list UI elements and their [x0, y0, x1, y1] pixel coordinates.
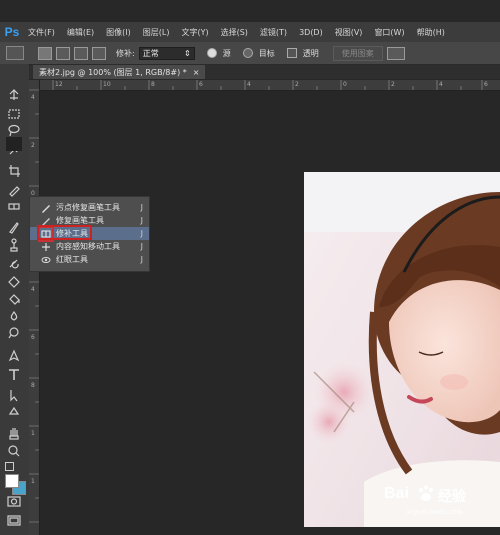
spot-healing-brush-icon — [40, 202, 52, 214]
history-brush-icon — [9, 259, 19, 269]
patch-label: 修补: — [116, 48, 135, 58]
destination-radio[interactable] — [242, 48, 253, 58]
ruler-h-marks — [52, 80, 483, 90]
source-label: 源 — [222, 48, 231, 58]
tool-healing-active[interactable] — [6, 137, 22, 151]
document-title: 素材2.jpg @ 100% (图层 1, RGB/8#) * — [39, 67, 187, 77]
horizontal-ruler: 12 10 8 6 4 2 0 2 4 6 — [29, 80, 500, 91]
path-select-icon — [10, 390, 18, 402]
transparent-checkbox[interactable] — [286, 48, 297, 58]
highlight-annotation-box — [37, 225, 92, 240]
baidu-watermark: Bai 经验 jingyan.baidu.com — [384, 483, 494, 523]
pen-tool-icon — [8, 349, 20, 362]
paint-bucket-icon — [9, 294, 20, 305]
watermark-url: jingyan.baidu.com — [406, 509, 463, 516]
crop-tool-icon — [9, 165, 20, 177]
red-eye-icon — [40, 254, 52, 266]
move-tool-icon — [9, 89, 19, 100]
flyout-label: 内容感知移动工具 — [56, 242, 120, 251]
flyout-item-spot-healing[interactable]: 污点修复画笔工具 J — [30, 201, 149, 214]
menu-filter[interactable]: 滤镜(T) — [254, 27, 293, 38]
document-tab-bar: 素材2.jpg @ 100% (图层 1, RGB/8#) * × — [29, 65, 500, 79]
menu-select[interactable]: 选择(S) — [215, 27, 254, 38]
document-image[interactable] — [304, 172, 500, 527]
transparent-label: 透明 — [302, 48, 319, 58]
vertical-ruler: 4 2 0 2 4 6 8 1 1 — [29, 80, 40, 535]
portrait-photo — [304, 172, 500, 527]
flyout-label: 红眼工具 — [56, 255, 88, 264]
eyedropper-icon — [9, 186, 20, 197]
patch-tool-preset-icon[interactable] — [6, 46, 24, 60]
marquee-tool-icon — [8, 109, 20, 119]
ps-logo: Ps — [4, 25, 20, 39]
menu-view[interactable]: 视图(V) — [329, 27, 369, 38]
content-aware-move-icon — [40, 241, 52, 253]
menu-help[interactable]: 帮助(H) — [411, 27, 451, 38]
foreground-color-swatch[interactable] — [5, 474, 19, 488]
document-tab[interactable]: 素材2.jpg @ 100% (图层 1, RGB/8#) * × — [33, 65, 206, 79]
lasso-tool-icon — [8, 124, 20, 137]
shape-tool-icon — [8, 406, 20, 415]
brush-tool-icon — [9, 222, 19, 234]
pattern-picker-icon[interactable] — [386, 46, 405, 60]
flyout-item-content-aware-move[interactable]: 内容感知移动工具 J — [30, 240, 149, 253]
baidu-paw-icon — [418, 485, 434, 501]
hand-tool-icon — [9, 428, 19, 440]
flyout-shortcut: J — [140, 216, 143, 225]
subtract-selection-icon[interactable] — [74, 46, 88, 60]
default-colors-icon[interactable] — [5, 462, 14, 471]
flyout-shortcut: J — [140, 242, 143, 251]
type-tool-icon — [9, 369, 19, 380]
flyout-item-red-eye[interactable]: 红眼工具 J — [30, 253, 149, 266]
use-pattern-button[interactable]: 使用图案 — [332, 45, 383, 61]
destination-label: 目标 — [258, 48, 275, 58]
add-selection-icon[interactable] — [56, 46, 70, 60]
chevron-down-icon: ⇕ — [184, 48, 191, 58]
healing-tool-icon — [8, 203, 20, 210]
eraser-icon — [8, 276, 20, 288]
menu-layer[interactable]: 图层(L) — [137, 27, 176, 38]
flyout-shortcut: J — [140, 203, 143, 212]
photoshop-window: Ps 文件(F) 编辑(E) 图像(I) 图层(L) 文字(Y) 选择(S) 滤… — [0, 0, 500, 535]
flyout-shortcut: J — [140, 229, 143, 238]
intersect-selection-icon[interactable] — [92, 46, 106, 60]
watermark-brand: Bai — [384, 485, 409, 502]
menu-bar: Ps 文件(F) 编辑(E) 图像(I) 图层(L) 文字(Y) 选择(S) 滤… — [0, 22, 500, 42]
clone-stamp-icon — [10, 238, 18, 252]
toolbox — [0, 64, 30, 535]
source-radio[interactable] — [206, 48, 217, 58]
dodge-tool-icon — [8, 327, 19, 339]
watermark-brand-2: 经验 — [438, 488, 466, 504]
zoom-tool-icon — [8, 445, 20, 457]
options-bar: 修补: 正常 ⇕ 源 目标 透明 使用图案 — [0, 42, 500, 65]
menu-image[interactable]: 图像(I) — [100, 27, 137, 38]
ruler-v-marks — [29, 89, 39, 523]
menu-file[interactable]: 文件(F) — [22, 27, 61, 38]
new-selection-icon[interactable] — [38, 46, 52, 60]
menu-3d[interactable]: 3D(D) — [293, 28, 329, 37]
patch-mode-select[interactable]: 正常 ⇕ — [138, 46, 195, 60]
menu-window[interactable]: 窗口(W) — [368, 27, 410, 38]
screen-mode-icon — [7, 515, 21, 526]
patch-mode-value: 正常 — [142, 48, 159, 58]
flyout-shortcut: J — [140, 255, 143, 264]
menu-edit[interactable]: 编辑(E) — [61, 27, 100, 38]
menu-type[interactable]: 文字(Y) — [175, 27, 214, 38]
blur-tool-icon — [10, 310, 18, 321]
flyout-label: 污点修复画笔工具 — [56, 203, 120, 212]
close-icon[interactable]: × — [193, 68, 200, 77]
quick-mask-icon — [7, 496, 21, 507]
